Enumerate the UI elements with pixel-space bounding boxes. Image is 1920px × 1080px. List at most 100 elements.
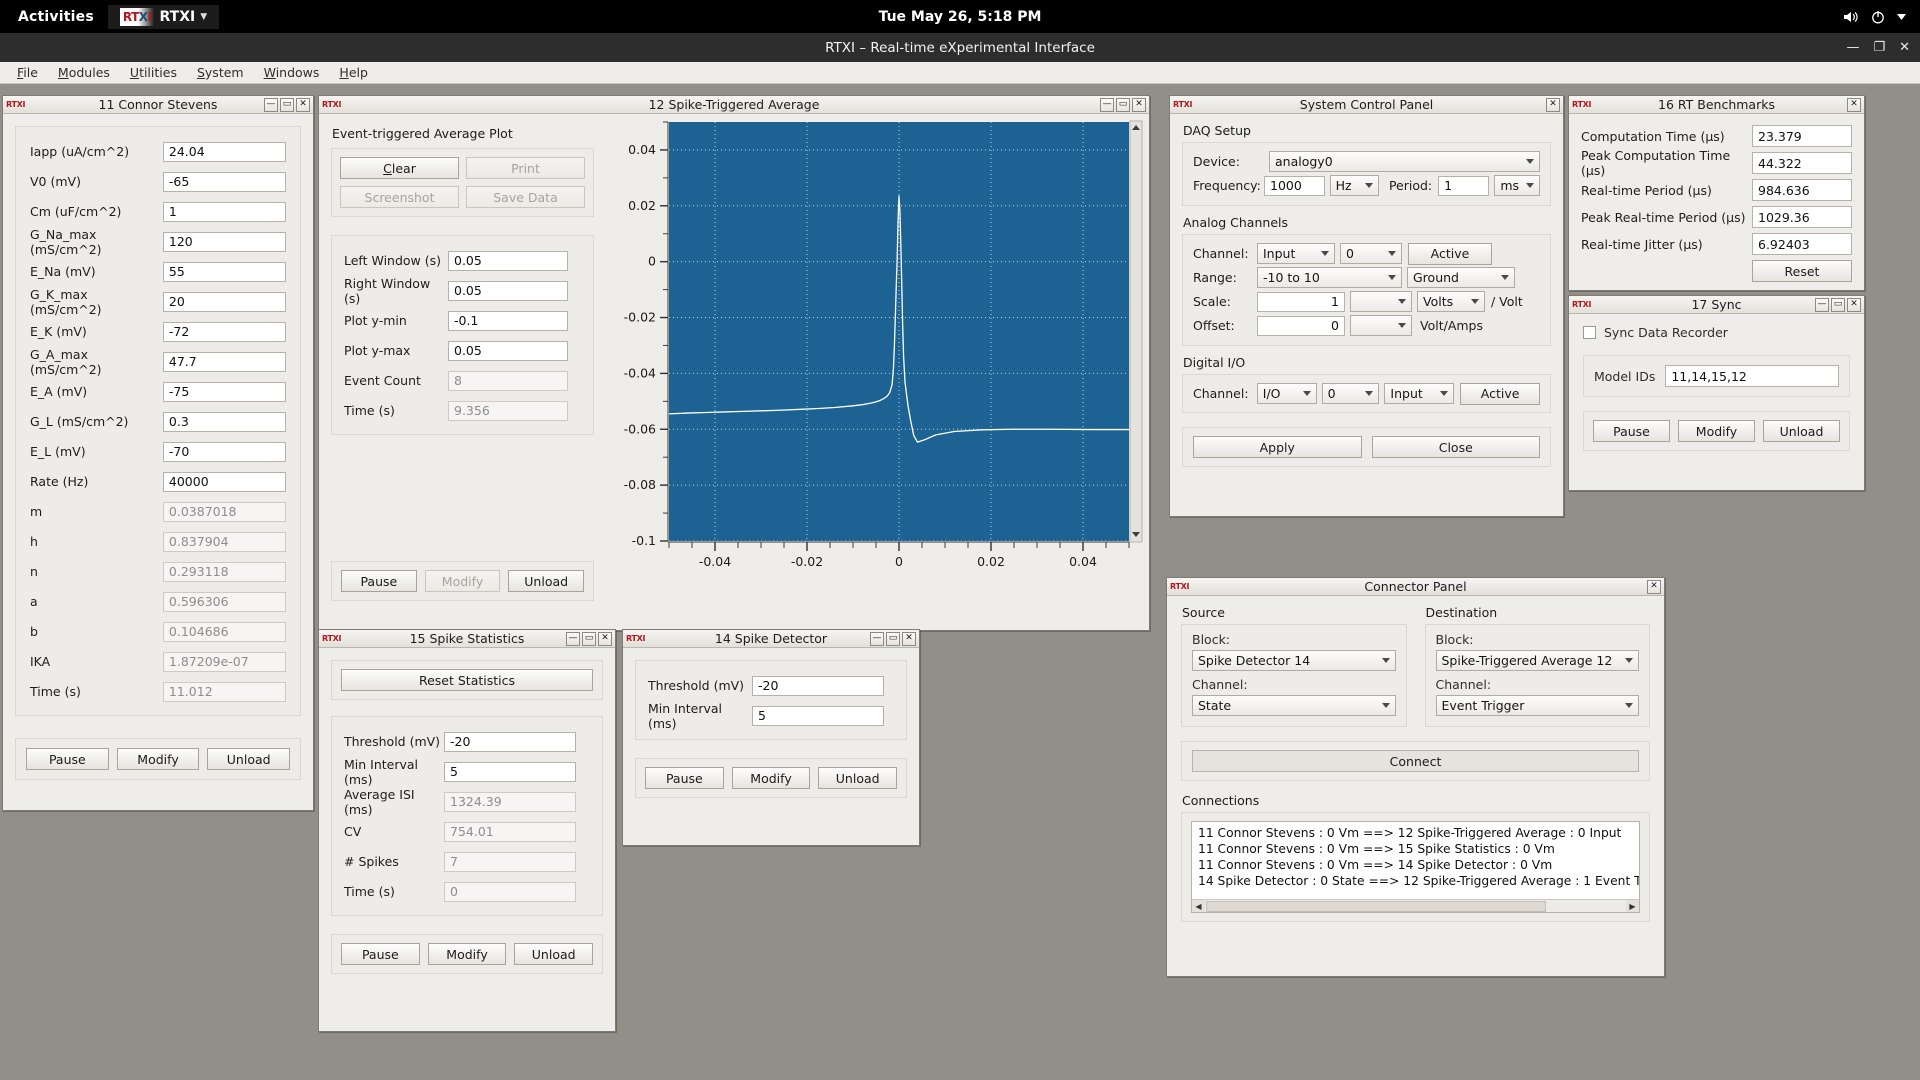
modify-button[interactable]: Modify: [731, 767, 811, 789]
channel-number-select[interactable]: 0: [1340, 243, 1402, 264]
print-button[interactable]: Print: [466, 157, 585, 179]
period-unit-select[interactable]: ms: [1494, 175, 1540, 196]
parameter-input[interactable]: -70: [162, 441, 286, 462]
system-tray[interactable]: [1843, 10, 1906, 24]
parameter-input[interactable]: 40000: [162, 471, 286, 492]
connect-button[interactable]: Connect: [1192, 750, 1639, 772]
unload-button[interactable]: Unload: [514, 943, 594, 965]
benchmarks-titlebar[interactable]: RTXI 16 RT Benchmarks ✕: [1569, 96, 1864, 114]
menu-item-utilities[interactable]: Utilities: [121, 63, 186, 82]
offset-input[interactable]: 0: [1257, 315, 1345, 336]
close-icon[interactable]: ✕: [598, 631, 612, 646]
reset-button[interactable]: Reset: [1752, 260, 1852, 282]
maximize-icon[interactable]: ▭: [280, 97, 294, 112]
scroll-left-icon[interactable]: ◀: [1192, 900, 1205, 912]
screenshot-button[interactable]: Screenshot: [340, 186, 459, 208]
sta-window-buttons[interactable]: — ▭ ✕: [1100, 97, 1146, 112]
sync-window-buttons[interactable]: — ▭ ✕: [1815, 297, 1861, 312]
modify-button[interactable]: Modify: [1678, 420, 1755, 442]
maximize-icon[interactable]: ▭: [582, 631, 596, 646]
frequency-input[interactable]: 1000: [1264, 175, 1325, 196]
scroll-right-icon[interactable]: ▶: [1626, 900, 1639, 912]
destination-channel-select[interactable]: Event Trigger: [1435, 695, 1639, 716]
parameter-input[interactable]: 120: [162, 231, 286, 252]
connor-stevens-window-buttons[interactable]: — ▭ ✕: [264, 97, 310, 112]
window-spike-triggered-average[interactable]: RTXI 12 Spike-Triggered Average — ▭ ✕ Ev…: [318, 95, 1150, 631]
parameter-input[interactable]: 47.7: [162, 351, 286, 372]
parameter-input[interactable]: 5: [444, 761, 576, 782]
offset-prefix-select[interactable]: [1350, 315, 1412, 336]
dio-direction-select[interactable]: Input: [1384, 383, 1455, 404]
scale-prefix-select[interactable]: [1350, 291, 1412, 312]
window-spike-detector[interactable]: RTXI 14 Spike Detector — ▭ ✕ Threshold (…: [622, 629, 920, 846]
window-system-control-panel[interactable]: RTXI System Control Panel ✕ DAQ Setup De…: [1169, 95, 1564, 517]
scale-unit-select[interactable]: Volts: [1417, 291, 1485, 312]
clock[interactable]: Tue May 26, 5:18 PM: [879, 9, 1042, 25]
maximize-icon[interactable]: ▭: [886, 631, 900, 646]
maximize-icon[interactable]: ▭: [1831, 297, 1845, 312]
menu-bar[interactable]: File Modules Utilities System Windows He…: [0, 62, 1920, 84]
source-block-select[interactable]: Spike Detector 14: [1192, 650, 1396, 671]
reference-select[interactable]: Ground: [1407, 267, 1515, 288]
parameter-input[interactable]: -0.1: [448, 310, 568, 331]
close-button[interactable]: Close: [1371, 436, 1540, 458]
parameter-input[interactable]: -20: [444, 731, 576, 752]
unload-button[interactable]: Unload: [207, 748, 291, 770]
pause-button[interactable]: Pause: [645, 767, 724, 789]
unload-button[interactable]: Unload: [508, 570, 585, 592]
window-sync[interactable]: RTXI 17 Sync — ▭ ✕ Sync Data Recorder Mo…: [1568, 295, 1865, 491]
connections-hscrollbar[interactable]: ◀ ▶: [1192, 899, 1639, 912]
sync-data-recorder-checkbox[interactable]: [1583, 326, 1596, 339]
menu-item-system[interactable]: System: [188, 63, 253, 82]
main-window-buttons[interactable]: — ❐ ✕: [1846, 41, 1910, 54]
minimize-icon[interactable]: —: [1846, 41, 1859, 54]
save-data-button[interactable]: Save Data: [466, 186, 585, 208]
parameter-input[interactable]: 24.04: [162, 141, 286, 162]
close-icon[interactable]: ✕: [902, 631, 916, 646]
connections-list[interactable]: 11 Connor Stevens : 0 Vm ==> 12 Spike-Tr…: [1191, 821, 1640, 913]
dio-number-select[interactable]: 0: [1321, 383, 1380, 404]
pause-button[interactable]: Pause: [341, 570, 417, 592]
channel-type-select[interactable]: Input: [1257, 243, 1335, 264]
parameter-input[interactable]: 20: [162, 291, 286, 312]
menu-item-help[interactable]: Help: [330, 63, 377, 82]
close-icon[interactable]: ✕: [1132, 97, 1146, 112]
close-icon[interactable]: ✕: [1899, 41, 1910, 54]
menu-item-windows[interactable]: Windows: [255, 63, 329, 82]
parameter-input[interactable]: 55: [162, 261, 286, 282]
sta-titlebar[interactable]: RTXI 12 Spike-Triggered Average — ▭ ✕: [319, 96, 1149, 114]
connection-list-item[interactable]: 14 Spike Detector : 0 State ==> 12 Spike…: [1194, 873, 1639, 889]
benchmarks-window-buttons[interactable]: ✕: [1847, 97, 1861, 112]
range-select[interactable]: -10 to 10: [1257, 267, 1402, 288]
parameter-input[interactable]: 0.3: [162, 411, 286, 432]
window-connector-panel[interactable]: RTXI Connector Panel ✕ Source Block: Spi…: [1166, 577, 1665, 977]
parameter-input[interactable]: 1: [162, 201, 286, 222]
sync-data-recorder-row[interactable]: Sync Data Recorder: [1583, 325, 1850, 340]
close-icon[interactable]: ✕: [1546, 97, 1560, 112]
scp-window-buttons[interactable]: ✕: [1546, 97, 1560, 112]
minimize-icon[interactable]: —: [1100, 97, 1114, 112]
close-icon[interactable]: ✕: [1647, 579, 1661, 594]
parameter-input[interactable]: 0.05: [448, 280, 568, 301]
connection-list-item[interactable]: 11 Connor Stevens : 0 Vm ==> 14 Spike De…: [1194, 857, 1637, 873]
minimize-icon[interactable]: —: [870, 631, 884, 646]
menu-item-file[interactable]: File: [8, 63, 47, 82]
unload-button[interactable]: Unload: [1763, 420, 1840, 442]
parameter-input[interactable]: 5: [752, 705, 884, 726]
clear-button[interactable]: Clear: [340, 157, 459, 179]
parameter-input[interactable]: -75: [162, 381, 286, 402]
source-channel-select[interactable]: State: [1192, 695, 1396, 716]
sta-plot[interactable]: 0.04 0.02 0 -0.02 -0.04 -0.06 -0.08 -0.1 -0.04 -0…: [606, 114, 1151, 631]
reset-statistics-button[interactable]: Reset Statistics: [341, 669, 593, 691]
close-icon[interactable]: ✕: [1847, 97, 1861, 112]
close-icon[interactable]: ✕: [296, 97, 310, 112]
parameter-input[interactable]: -72: [162, 321, 286, 342]
unload-button[interactable]: Unload: [818, 767, 898, 789]
parameter-input[interactable]: 0.05: [448, 340, 568, 361]
parameter-input[interactable]: -65: [162, 171, 286, 192]
maximize-icon[interactable]: ❐: [1873, 41, 1885, 54]
pause-button[interactable]: Pause: [341, 943, 420, 965]
minimize-icon[interactable]: —: [1815, 297, 1829, 312]
connor-stevens-titlebar[interactable]: RTXI 11 Connor Stevens — ▭ ✕: [3, 96, 313, 114]
modify-button[interactable]: Modify: [116, 748, 200, 770]
